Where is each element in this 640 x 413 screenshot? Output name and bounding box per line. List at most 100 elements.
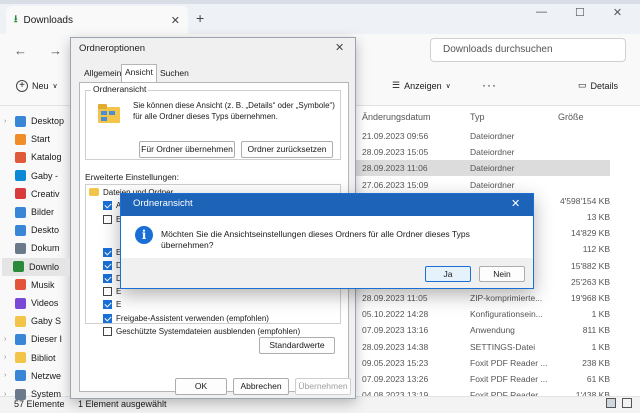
- file-row[interactable]: 09.05.2023 15:23 Foxit PDF Reader ... 238 …: [340, 355, 610, 371]
- ok-button[interactable]: OK: [175, 378, 227, 395]
- sidebar-item[interactable]: Videos: [4, 294, 58, 312]
- chevron-right-icon[interactable]: ›: [4, 372, 10, 379]
- view-button[interactable]: ☰ Anzeigen ∨: [392, 80, 451, 91]
- checkbox[interactable]: [103, 326, 112, 336]
- file-row[interactable]: 07.09.2023 13:16 Anwendung 811 KB: [340, 322, 610, 338]
- documents-icon: [15, 242, 26, 254]
- file-row[interactable]: 27.06.2023 15:09 Dateiordner: [340, 177, 610, 193]
- advanced-setting-item[interactable]: Geschützte Systemdateien ausblenden (emp…: [103, 325, 300, 337]
- desktop-icon: [15, 224, 26, 236]
- advanced-setting-item[interactable]: E: [103, 246, 121, 258]
- download-icon: ⭳: [14, 13, 18, 25]
- column-header-type[interactable]: Typ: [470, 112, 485, 122]
- libraries-icon: [15, 352, 26, 364]
- checkbox[interactable]: [103, 273, 112, 283]
- file-type: SETTINGS-Datei: [470, 341, 536, 352]
- reset-folders-button[interactable]: Ordner zurücksetzen: [241, 141, 333, 158]
- advanced-setting-item[interactable]: E: [103, 213, 121, 225]
- file-row[interactable]: 28.09.2023 11:06 Dateiordner: [340, 160, 610, 177]
- new-label: Neu: [32, 81, 49, 91]
- search-input[interactable]: Downloads durchsuchen: [430, 38, 626, 62]
- folder-view-icon: [97, 102, 121, 126]
- file-size: 25'263 KB: [571, 276, 610, 287]
- sidebar-item[interactable]: Dokum: [4, 239, 60, 257]
- desktop-icon: [15, 115, 26, 127]
- advanced-setting-item[interactable]: E: [103, 298, 121, 310]
- sidebar-item[interactable]: Bilder: [4, 203, 54, 221]
- cancel-button[interactable]: Abbrechen: [233, 378, 289, 395]
- apply-button[interactable]: Übernehmen: [295, 378, 351, 395]
- close-icon[interactable]: ✕: [511, 197, 520, 210]
- column-header-size[interactable]: Größe: [558, 112, 584, 122]
- tab-general[interactable]: Allgemein: [81, 66, 124, 82]
- checkbox[interactable]: [103, 260, 112, 270]
- no-button[interactable]: Nein: [479, 266, 525, 282]
- file-row[interactable]: 28.09.2023 14:38 SETTINGS-Datei 1 KB: [340, 339, 610, 355]
- sidebar-item[interactable]: Deskto: [4, 221, 59, 239]
- sidebar-item[interactable]: › Bibliot: [4, 349, 56, 367]
- sidebar-item[interactable]: Creativ: [4, 185, 60, 203]
- advanced-setting-item[interactable]: D: [103, 259, 122, 271]
- checkbox[interactable]: [103, 299, 112, 309]
- yes-button[interactable]: Ja: [425, 266, 471, 282]
- chevron-right-icon[interactable]: ›: [4, 336, 10, 343]
- sidebar-item[interactable]: Musik: [4, 276, 55, 294]
- file-size: 4'598'154 KB: [559, 195, 610, 206]
- pc-icon: [15, 333, 26, 345]
- new-button[interactable]: + Neu ∨: [16, 80, 58, 92]
- sidebar-item[interactable]: Downlo: [2, 257, 70, 276]
- close-icon[interactable]: ✕: [335, 41, 344, 54]
- tab-view[interactable]: Ansicht: [121, 64, 157, 83]
- chevron-right-icon[interactable]: ›: [4, 391, 10, 398]
- chevron-right-icon[interactable]: ›: [4, 354, 10, 361]
- file-row[interactable]: 28.09.2023 15:05 Dateiordner: [340, 144, 610, 160]
- file-size: 19'968 KB: [571, 293, 610, 303]
- sidebar-item[interactable]: Start: [4, 130, 50, 148]
- restore-defaults-button[interactable]: Standardwerte: [259, 337, 335, 354]
- sidebar-item[interactable]: › Dieser I: [4, 330, 62, 348]
- advanced-setting-item[interactable]: E: [103, 285, 121, 297]
- checkbox[interactable]: [103, 247, 112, 257]
- sidebar-item[interactable]: Gaby -: [4, 167, 58, 185]
- advanced-setting-item[interactable]: D: [103, 272, 122, 284]
- file-type: Foxit PDF Reader ...: [470, 357, 548, 368]
- details-button[interactable]: ▭ Details: [578, 80, 618, 91]
- forward-button[interactable]: →: [49, 43, 62, 58]
- sidebar-item[interactable]: › Netzwe: [4, 367, 61, 385]
- column-header-date[interactable]: Änderungsdatum: [362, 112, 431, 122]
- file-date: 05.10.2022 14:28: [362, 309, 429, 320]
- sidebar-item[interactable]: Katalog: [4, 148, 62, 166]
- sidebar-item[interactable]: › Desktop: [4, 112, 64, 130]
- tab-search[interactable]: Suchen: [157, 66, 192, 82]
- details-label: Details: [590, 80, 619, 91]
- details-view-toggle[interactable]: [606, 398, 616, 408]
- file-row[interactable]: 28.09.2023 11:05 ZIP-komprimierte... 19'96…: [340, 290, 610, 306]
- new-tab-button[interactable]: +: [196, 10, 204, 26]
- pictures-icon: [15, 206, 26, 218]
- checkbox[interactable]: [103, 313, 112, 323]
- tab-downloads[interactable]: ⭳ Downloads ✕: [6, 6, 188, 34]
- advanced-setting-item[interactable]: A: [103, 199, 121, 211]
- file-row[interactable]: 21.09.2023 09:56 Dateiordner: [340, 128, 610, 144]
- sidebar-item-label: Creativ: [31, 188, 60, 199]
- checkbox[interactable]: [103, 200, 112, 210]
- apply-to-folders-button[interactable]: Für Ordner übernehmen: [139, 141, 235, 158]
- close-window-button[interactable]: ✕: [613, 6, 622, 19]
- chevron-right-icon[interactable]: ›: [4, 118, 10, 125]
- minimize-button[interactable]: —: [536, 6, 547, 19]
- checkbox[interactable]: [103, 214, 112, 224]
- close-icon[interactable]: ✕: [171, 14, 180, 27]
- sidebar-item[interactable]: › System: [4, 385, 61, 403]
- checkbox[interactable]: [103, 286, 112, 296]
- sidebar-item-label: Dokum: [31, 243, 60, 254]
- tiles-view-toggle[interactable]: [622, 398, 632, 408]
- file-type: ZIP-komprimierte...: [470, 293, 543, 303]
- file-row[interactable]: 05.10.2022 14:28 Konfigurationsein... 1 KB: [340, 306, 610, 322]
- sidebar-item[interactable]: Gaby S: [4, 312, 61, 330]
- more-button[interactable]: ···: [482, 78, 497, 92]
- advanced-setting-item[interactable]: Freigabe-Assistent verwenden (empfohlen): [103, 312, 269, 324]
- maximize-button[interactable]: ☐: [575, 6, 585, 19]
- file-type: Foxit PDF Reader ...: [470, 374, 548, 384]
- file-row[interactable]: 07.09.2023 13:26 Foxit PDF Reader ... 61 K…: [340, 371, 610, 387]
- back-button[interactable]: ←: [14, 43, 27, 58]
